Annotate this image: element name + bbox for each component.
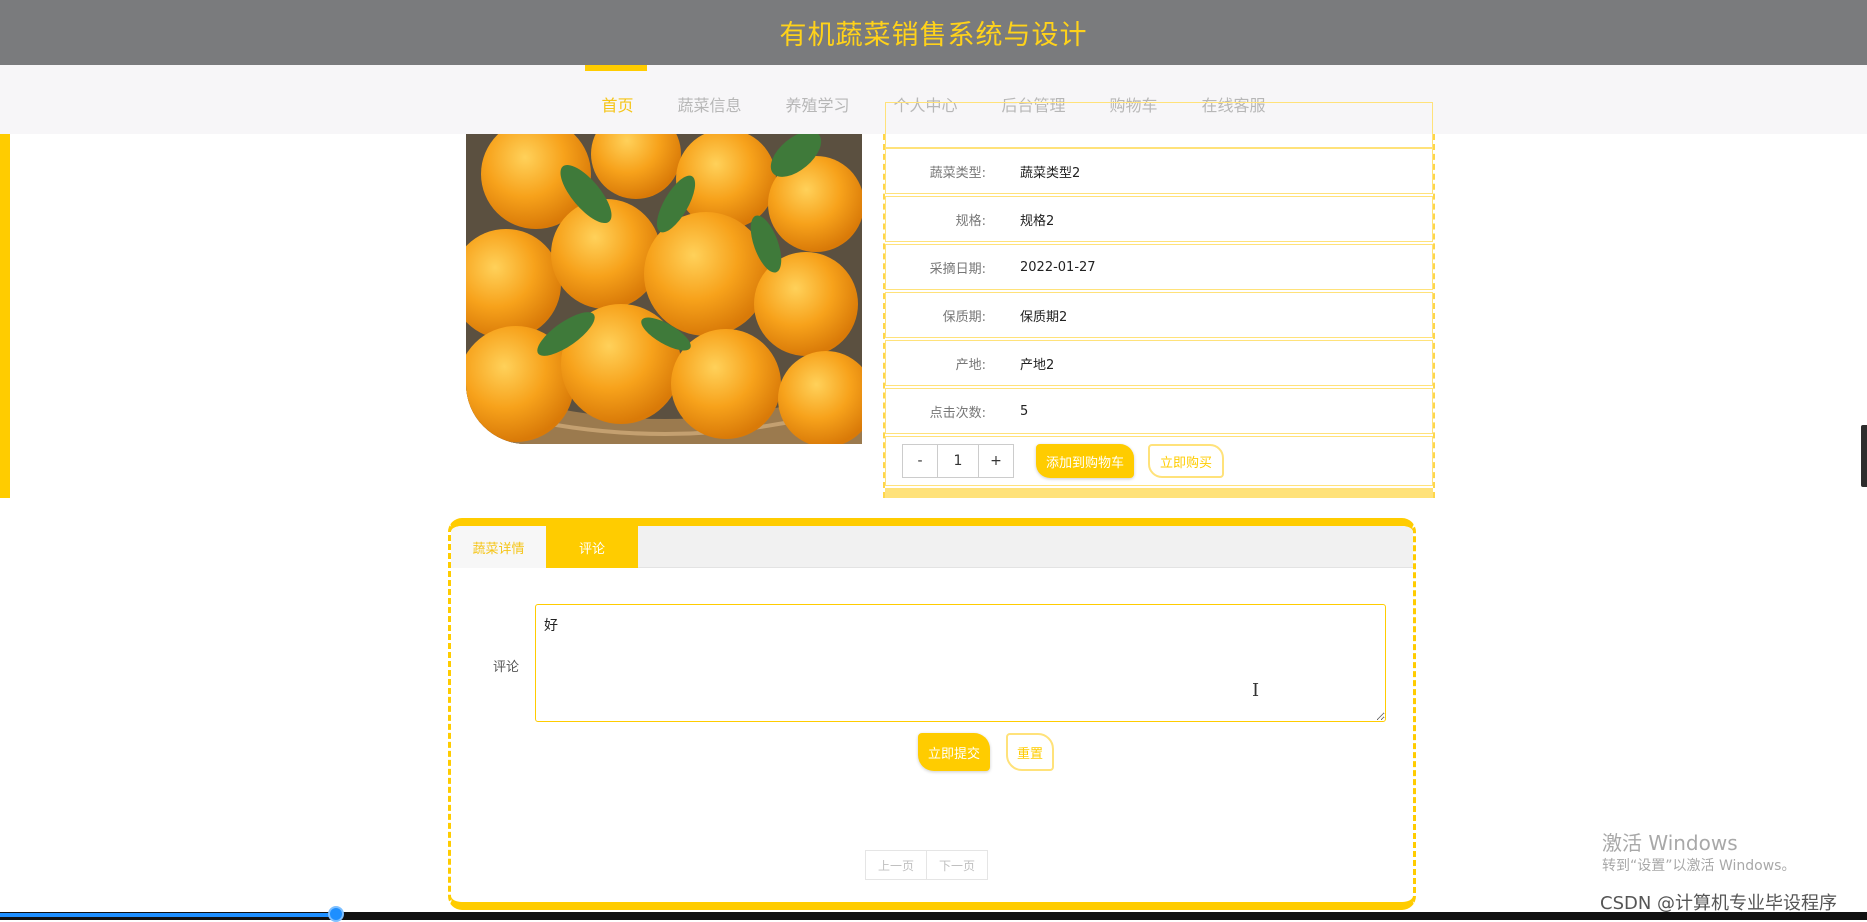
- info-value: 蔬菜类型2: [1020, 165, 1081, 181]
- activate-windows-subtitle: 转到“设置”以激活 Windows。: [1602, 858, 1796, 874]
- text-cursor-icon: I: [1252, 680, 1260, 701]
- tab-vegetable-details[interactable]: 蔬菜详情: [451, 526, 546, 568]
- info-row-spec: 规格: 规格2: [885, 196, 1433, 242]
- nav-item-vegetable-info[interactable]: 蔬菜信息: [655, 92, 763, 116]
- comment-textarea[interactable]: 好: [535, 604, 1386, 722]
- info-row-origin: 产地: 产地2: [885, 340, 1433, 386]
- prev-page-button[interactable]: 上一页: [865, 850, 928, 880]
- quantity-minus-button[interactable]: -: [903, 445, 937, 477]
- info-row-actions: - 1 + 添加到购物车 立即购买: [885, 436, 1433, 486]
- site-title: 有机蔬菜销售系统与设计: [779, 20, 1088, 51]
- buy-now-button[interactable]: 立即购买: [1148, 444, 1225, 478]
- submit-button[interactable]: 立即提交: [918, 733, 991, 771]
- product-info-panel: 蔬菜类型: 蔬菜类型2 规格: 规格2 采摘日期: 2022-01-27 保质期…: [883, 102, 1435, 498]
- info-value: 5: [1020, 403, 1029, 419]
- video-progress-fill: [0, 913, 337, 917]
- info-row-type: 蔬菜类型: 蔬菜类型2: [885, 148, 1433, 194]
- info-row-shelf-life: 保质期: 保质期2: [885, 292, 1433, 338]
- add-to-cart-button[interactable]: 添加到购物车: [1036, 444, 1135, 478]
- info-value: 保质期2: [1020, 309, 1068, 325]
- info-label: 点击次数:: [929, 405, 986, 421]
- tab-comments[interactable]: 评论: [546, 526, 638, 568]
- info-label: 蔬菜类型:: [929, 165, 986, 181]
- quantity-input[interactable]: 1: [937, 445, 979, 477]
- right-edge-handle[interactable]: [1861, 425, 1867, 487]
- nav-active-indicator: [585, 65, 647, 71]
- info-value: 规格2: [1020, 213, 1055, 229]
- detail-card: 蔬菜详情 评论 评论 好 立即提交 重置 上一页 下一页: [448, 518, 1416, 910]
- info-row-clicks: 点击次数: 5: [885, 388, 1433, 434]
- quantity-stepper: - 1 +: [902, 444, 1014, 478]
- info-value: 2022-01-27: [1020, 259, 1096, 275]
- next-page-button[interactable]: 下一页: [927, 850, 989, 880]
- top-header: 有机蔬菜销售系统与设计: [0, 0, 1867, 65]
- info-label: 规格:: [955, 213, 986, 229]
- nav-item-home[interactable]: 首页: [579, 92, 655, 116]
- pagination: 上一页 下一页: [865, 850, 989, 880]
- info-label: 采摘日期:: [929, 261, 986, 277]
- info-row-hidden: [885, 102, 1433, 148]
- detail-tabs: 蔬菜详情 评论: [451, 526, 1413, 568]
- info-bottom-strip: [885, 488, 1433, 498]
- nav-item-breeding-study[interactable]: 养殖学习: [763, 92, 871, 116]
- activate-windows-title: 激活 Windows: [1602, 831, 1738, 855]
- left-accent-bar: [0, 134, 10, 498]
- reset-button[interactable]: 重置: [1006, 733, 1055, 771]
- product-image: [466, 134, 862, 444]
- quantity-plus-button[interactable]: +: [979, 445, 1013, 477]
- info-value: 产地2: [1020, 357, 1055, 373]
- info-label: 保质期:: [942, 309, 986, 325]
- comment-label: 评论: [493, 660, 520, 675]
- info-row-pick-date: 采摘日期: 2022-01-27: [885, 244, 1433, 290]
- info-label: 产地:: [955, 357, 986, 373]
